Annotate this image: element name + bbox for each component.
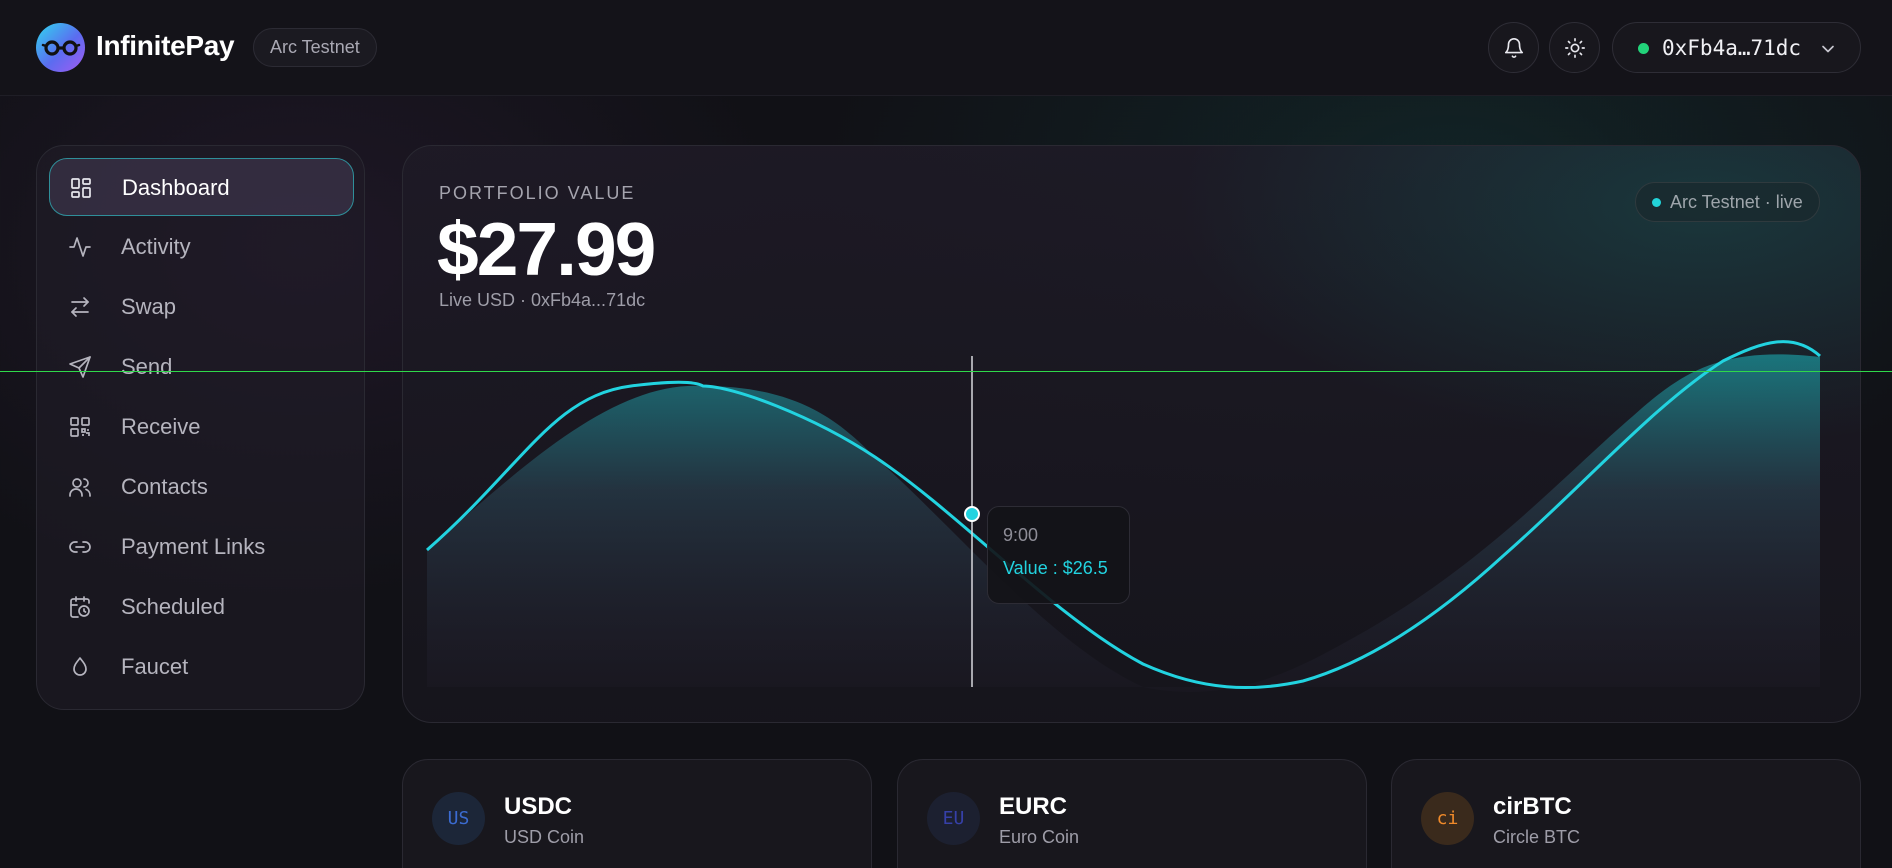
token-symbol: cirBTC: [1493, 793, 1572, 820]
notifications-button[interactable]: [1488, 22, 1539, 73]
portfolio-value: $27.99: [437, 207, 656, 291]
tooltip-time: 9:00: [1003, 525, 1039, 545]
token-badge: US: [432, 792, 485, 845]
wallet-address: 0xFb4a…71dc: [1662, 36, 1802, 60]
network-chip[interactable]: Arc Testnet: [253, 28, 377, 67]
token-symbol: USDC: [504, 793, 573, 820]
tooltip-value: Value : $26.5: [1003, 558, 1108, 578]
sidebar-item-scheduled[interactable]: Scheduled: [49, 578, 354, 636]
token-name: Circle BTC: [1493, 827, 1581, 847]
portfolio-label: PORTFOLIO VALUE: [439, 183, 636, 203]
live-chip-label: Arc Testnet · live: [1670, 192, 1803, 212]
sidebar-item-label: Activity: [121, 234, 191, 259]
bell-icon: [1504, 37, 1523, 58]
sidebar-item-faucet[interactable]: Faucet: [49, 638, 354, 696]
grid-icon: [71, 178, 91, 198]
calendar-clock-icon: [70, 596, 90, 618]
token-name: Euro Coin: [999, 827, 1080, 847]
top-bar: InfinitePay Arc Testnet 0xFb4a…71dc: [0, 0, 1892, 96]
live-dot: [1652, 198, 1661, 207]
token-card-eurc[interactable]: EU EURC Euro Coin: [897, 759, 1367, 868]
guide-line: [0, 371, 1892, 372]
contacts-icon: [69, 478, 91, 497]
sidebar-item-send[interactable]: Send: [49, 338, 354, 396]
theme-toggle-button[interactable]: [1549, 22, 1600, 73]
sidebar: Dashboard Activity Swap Send Receive Con…: [36, 145, 365, 710]
sidebar-item-label: Dashboard: [122, 175, 230, 200]
token-badge: EU: [927, 792, 980, 845]
live-status-chip: Arc Testnet · live: [1635, 182, 1820, 222]
chart-tooltip: 9:00 Value : $26.5: [987, 506, 1130, 604]
sidebar-item-activity[interactable]: Activity: [49, 218, 354, 276]
sidebar-item-receive[interactable]: Receive: [49, 398, 354, 456]
sidebar-item-label: Swap: [121, 294, 177, 319]
portfolio-panel: PORTFOLIO VALUE $27.99 Live USD · 0xFb4a…: [402, 145, 1861, 723]
token-name: USD Coin: [504, 827, 585, 847]
infinitepay-logo-icon[interactable]: [36, 23, 85, 72]
send-icon: [69, 356, 91, 378]
sidebar-item-swap[interactable]: Swap: [49, 278, 354, 336]
sidebar-item-dashboard[interactable]: Dashboard: [49, 158, 354, 216]
swap-icon: [71, 297, 89, 317]
droplet-icon: [73, 657, 87, 676]
qr-icon: [70, 417, 90, 437]
chart-cursor-point: [964, 506, 980, 522]
sidebar-item-payment-links[interactable]: Payment Links: [49, 518, 354, 576]
sidebar-item-contacts[interactable]: Contacts: [49, 458, 354, 516]
sidebar-item-label: Contacts: [121, 474, 208, 499]
activity-icon: [69, 237, 91, 257]
token-card-usdc[interactable]: US USDC USD Coin: [402, 759, 872, 868]
brand-name: InfinitePay: [96, 30, 235, 61]
sidebar-item-label: Faucet: [121, 654, 189, 679]
sidebar-item-label: Scheduled: [121, 594, 225, 619]
chevron-down-icon: [1822, 45, 1834, 53]
sidebar-item-label: Payment Links: [121, 534, 266, 559]
token-card-cirbtc[interactable]: ci cirBTC Circle BTC: [1391, 759, 1861, 868]
link-icon: [69, 541, 91, 553]
connected-status-dot: [1638, 43, 1649, 54]
sidebar-item-label: Receive: [121, 414, 201, 439]
token-symbol: EURC: [999, 793, 1068, 820]
portfolio-subtitle: Live USD · 0xFb4a...71dc: [439, 290, 646, 310]
sun-icon: [1564, 37, 1585, 58]
token-badge: ci: [1421, 792, 1474, 845]
sidebar-item-label: Send: [121, 354, 173, 379]
wallet-button[interactable]: 0xFb4a…71dc: [1612, 22, 1861, 73]
